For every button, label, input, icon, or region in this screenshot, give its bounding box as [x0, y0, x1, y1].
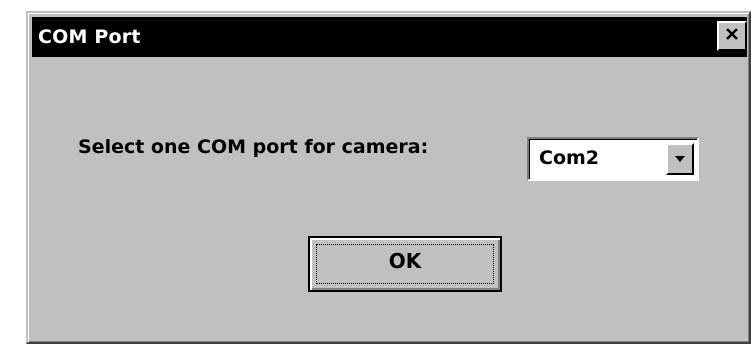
close-button[interactable]: [717, 21, 747, 51]
dialog-title: COM Port: [38, 26, 141, 48]
com-port-select[interactable]: Com2: [527, 137, 699, 181]
com-port-selected-value: Com2: [539, 147, 600, 169]
com-port-dialog: COM Port Select one COM port for camera:…: [26, 11, 751, 344]
close-icon: [724, 26, 740, 47]
com-port-dropdown-button[interactable]: [666, 143, 694, 175]
com-port-prompt-label: Select one COM port for camera:: [78, 136, 429, 158]
title-bar[interactable]: COM Port: [32, 17, 747, 57]
chevron-down-icon: [674, 150, 686, 168]
ok-button-label: OK: [388, 249, 422, 273]
ok-button[interactable]: OK: [308, 236, 502, 292]
